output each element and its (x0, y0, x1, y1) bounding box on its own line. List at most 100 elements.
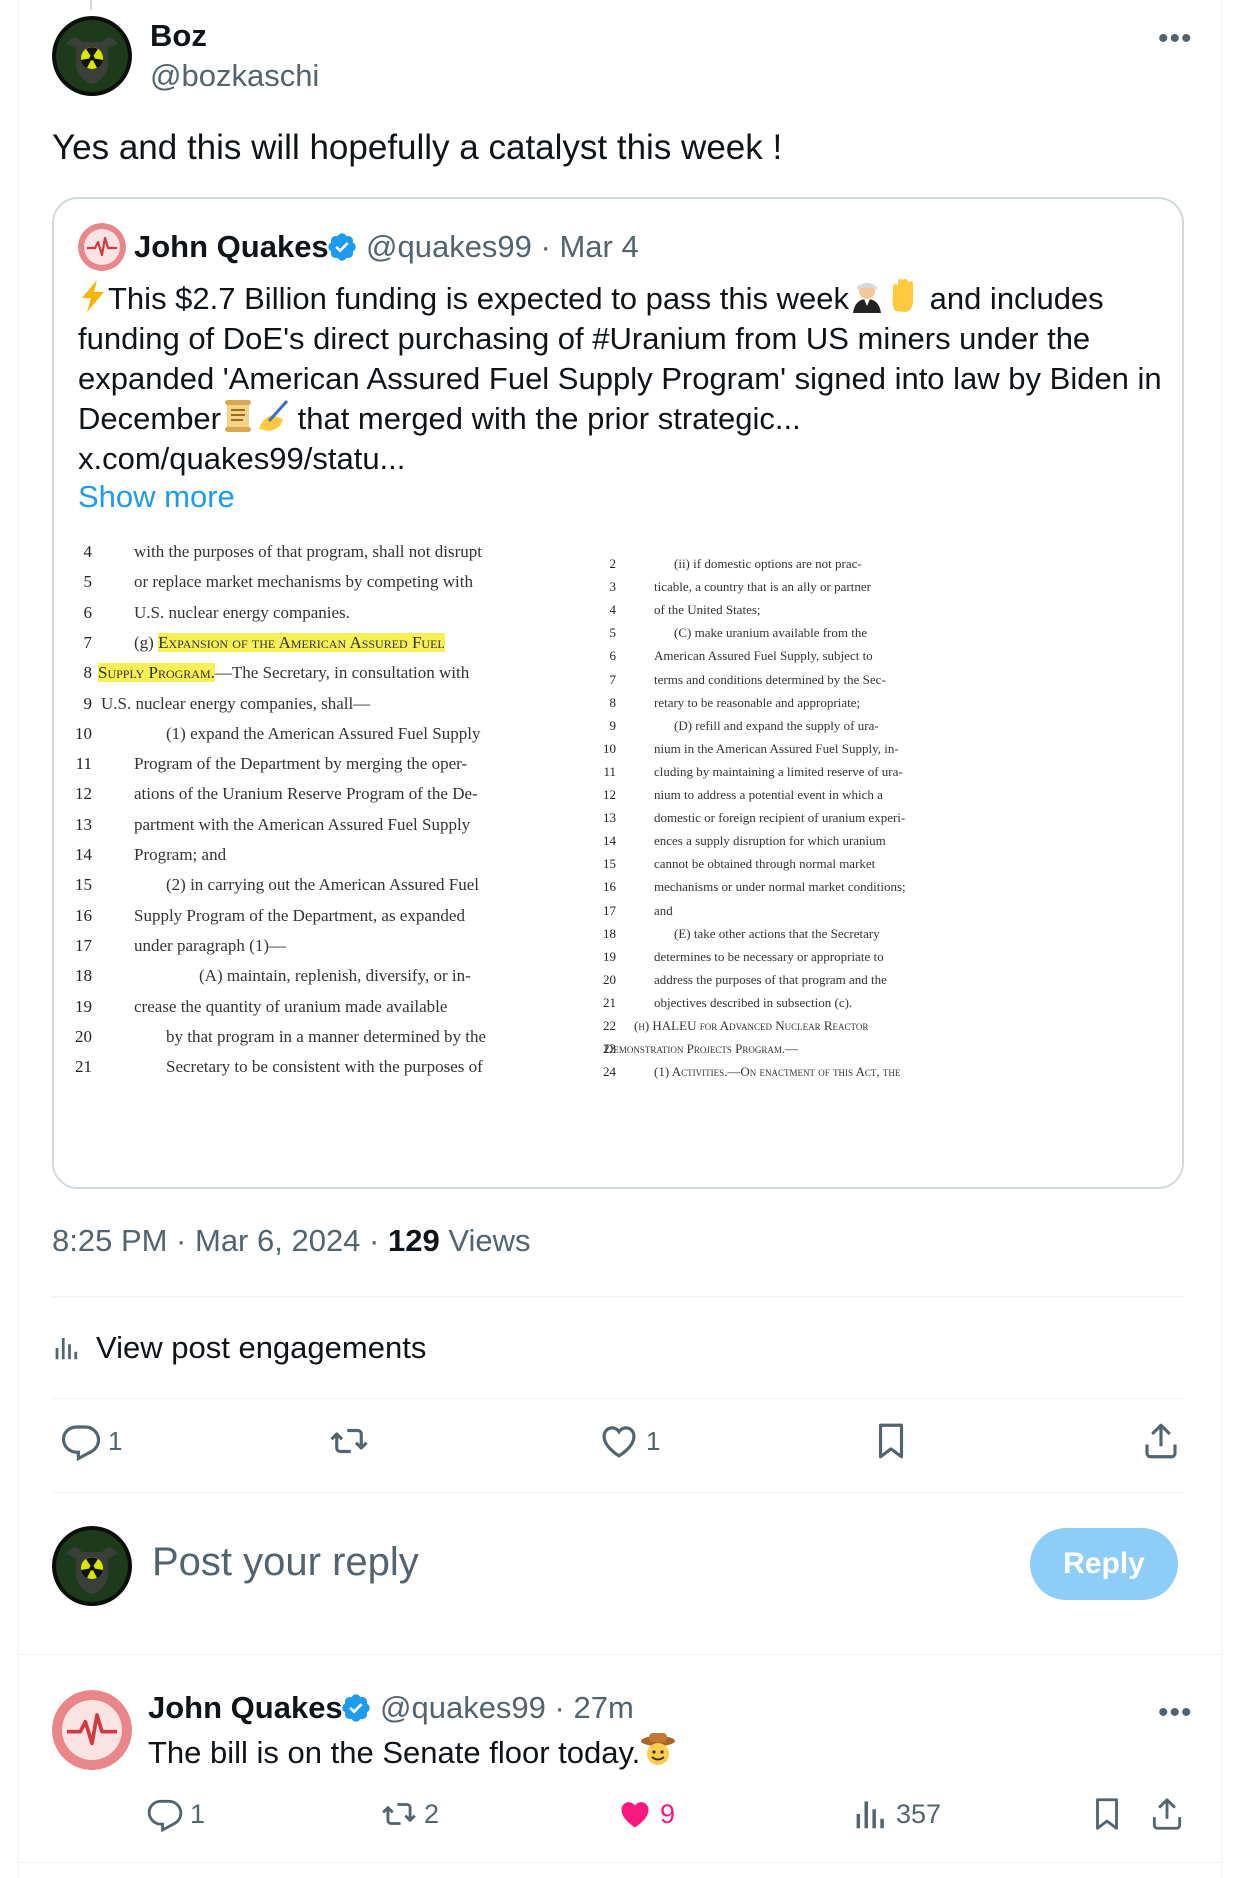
doc-line-text: Supply Program of the Department, as exp… (134, 905, 465, 925)
doc-line-text: (C) make uranium available from the (674, 625, 868, 641)
doc-line-number: 20 (75, 1026, 92, 1046)
more-icon[interactable]: ••• (1158, 24, 1193, 54)
doc-line-number: 6 (609, 648, 617, 664)
post-timestamp[interactable]: 8:25 PM · Mar 6, 2024 · 129 Views (52, 1223, 530, 1259)
bookmark-button[interactable] (870, 1420, 912, 1462)
bookmark-icon (878, 1423, 904, 1459)
doc-line-number: 4 (83, 542, 93, 561)
doc-line-text: partment with the American Assured Fuel … (134, 814, 471, 834)
quoted-line-3: expanded 'American Assured Fuel Supply P… (78, 361, 1162, 396)
doc-line-number: 19 (75, 996, 92, 1016)
reply-meta[interactable]: @quakes99 · 27m (380, 1690, 634, 1726)
doc-line-number: 17 (75, 935, 92, 955)
quoted-document-image[interactable]: 4 with the purposes of that program, shal… (54, 542, 1182, 1187)
doc-line-number: 10 (75, 723, 92, 743)
repost-icon (382, 1803, 416, 1825)
share-button[interactable] (1140, 1420, 1182, 1462)
doc-line-text: determines to be necessary or appropriat… (654, 948, 884, 964)
bookmark-icon (1096, 1798, 1118, 1830)
author-handle[interactable]: @bozkaschi (150, 58, 319, 94)
doc-line-number: 11 (603, 763, 616, 779)
reply-submit-button[interactable]: Reply (1030, 1528, 1178, 1600)
quoted-post-text: This $2.7 Billion funding is expected to… (78, 279, 1168, 479)
doc-line-text: or replace market mechanisms by competin… (134, 572, 473, 592)
like-button[interactable]: 1 (598, 1420, 660, 1462)
quoted-line-4: December (78, 401, 221, 436)
doc-line-text: objectives described in subsection (c). (654, 994, 853, 1010)
doc-line-number: 11 (75, 754, 92, 774)
doc-line-text: U.S. nuclear energy companies, shall— (101, 693, 371, 713)
divider (19, 1862, 1221, 1863)
quoted-author-avatar[interactable] (78, 223, 126, 271)
doc-line-number: 15 (603, 856, 616, 872)
share-icon (1145, 1423, 1177, 1459)
doc-line-text: by that program in a manner determined b… (166, 1026, 487, 1046)
doc-line-text: nium to address a potential event in whi… (654, 787, 883, 802)
reply-views-count: 357 (896, 1798, 942, 1829)
timestamp-text: 8:25 PM · Mar 6, 2024 · (52, 1223, 388, 1258)
reply-bookmark-button[interactable] (1088, 1795, 1126, 1833)
quoted-author-name[interactable]: John Quakes (134, 229, 329, 265)
quoted-link[interactable]: x.com/quakes99/statu... (78, 439, 1168, 479)
reply-author-name[interactable]: John Quakes (148, 1690, 343, 1726)
doc-line-suffix: —The Secretary, in consultation with (214, 663, 470, 683)
doc-highlighted-text: Expansion of the American Assured Fuel (158, 632, 445, 652)
divider (52, 1296, 1184, 1297)
view-engagements-link[interactable]: View post engagements (52, 1330, 426, 1366)
doc-line-number: 18 (603, 925, 616, 941)
quoted-line-1: This $2.7 Billion funding is expected to… (108, 281, 849, 316)
doc-line-text: (g) Expansion of the American Assured Fu… (134, 632, 445, 653)
repost-button[interactable] (328, 1420, 370, 1462)
doc-line-number: 3 (609, 579, 617, 595)
doc-line-text: ticable, a country that is an ally or pa… (654, 579, 871, 595)
reply-button[interactable]: 1 (60, 1420, 122, 1462)
reply-text: The bill is on the Senate floor today. (148, 1731, 676, 1771)
reply-like-button[interactable]: 9 (616, 1795, 675, 1833)
doc-line-number: 18 (75, 966, 92, 986)
doc-line-number: 15 (75, 875, 92, 895)
quoted-line-4b: that merged with the prior strategic... (289, 401, 801, 436)
writing-hand-emoji (259, 399, 289, 431)
reply-reply-button[interactable]: 1 (146, 1795, 205, 1833)
reply-views-button[interactable]: 357 (852, 1795, 941, 1833)
doc-line-number: 8 (83, 663, 93, 683)
doc-line-text: ences a supply disruption for which uran… (654, 833, 886, 849)
like-icon (602, 1426, 636, 1458)
doc-line-text: mechanisms or under normal market condit… (654, 879, 906, 895)
show-more-link[interactable]: Show more (78, 479, 235, 515)
quoted-post-card[interactable]: John Quakes @quakes99 · Mar 4 This $2.7 … (52, 197, 1184, 1189)
divider (52, 1492, 1184, 1493)
doc-line-text: Supply Program.—The Secretary, in consul… (98, 663, 469, 683)
like-count: 1 (646, 1425, 661, 1456)
doc-line-number: 7 (83, 632, 93, 652)
quoted-line-1b: and includes (920, 281, 1104, 316)
views-count: 129 (387, 1223, 440, 1258)
reply-share-button[interactable] (1148, 1795, 1186, 1833)
reply-like-count: 9 (660, 1798, 676, 1829)
doc-line-number: 6 (83, 602, 93, 622)
doc-line-number: 9 (83, 693, 93, 713)
doc-line-number: 21 (75, 1057, 92, 1077)
composer-avatar[interactable] (52, 1526, 132, 1606)
doc-line-text: U.S. nuclear energy companies. (134, 602, 350, 622)
reply-author-avatar[interactable] (52, 1690, 132, 1770)
quoted-post-meta[interactable]: @quakes99 · Mar 4 (366, 229, 639, 265)
doc-line-number: 24 (603, 1064, 616, 1080)
author-avatar[interactable] (52, 16, 132, 96)
thread-connector (90, 0, 92, 10)
reply-repost-button[interactable]: 2 (380, 1795, 439, 1833)
more-icon[interactable]: ••• (1158, 1698, 1193, 1728)
doc-line-number: 14 (603, 833, 616, 849)
doc-line-text: Secretary to be consistent with the purp… (166, 1057, 483, 1077)
doc-line-number: 8 (609, 694, 617, 710)
doc-line-text: retary to be reasonable and appropriate; (654, 694, 861, 710)
doc-line-number: 13 (75, 814, 92, 834)
doc-line-text: (D) refill and expand the supply of ura- (674, 717, 879, 733)
doc-line-text: domestic or foreign recipient of uranium… (654, 810, 906, 826)
doc-line-text: Program of the Department by merging the… (134, 754, 468, 774)
repost-icon (330, 1428, 368, 1454)
author-name[interactable]: Boz (150, 18, 207, 54)
reply-input[interactable]: Post your reply (152, 1540, 419, 1585)
doc-line-number: 17 (603, 902, 616, 918)
divider (19, 1654, 1221, 1655)
